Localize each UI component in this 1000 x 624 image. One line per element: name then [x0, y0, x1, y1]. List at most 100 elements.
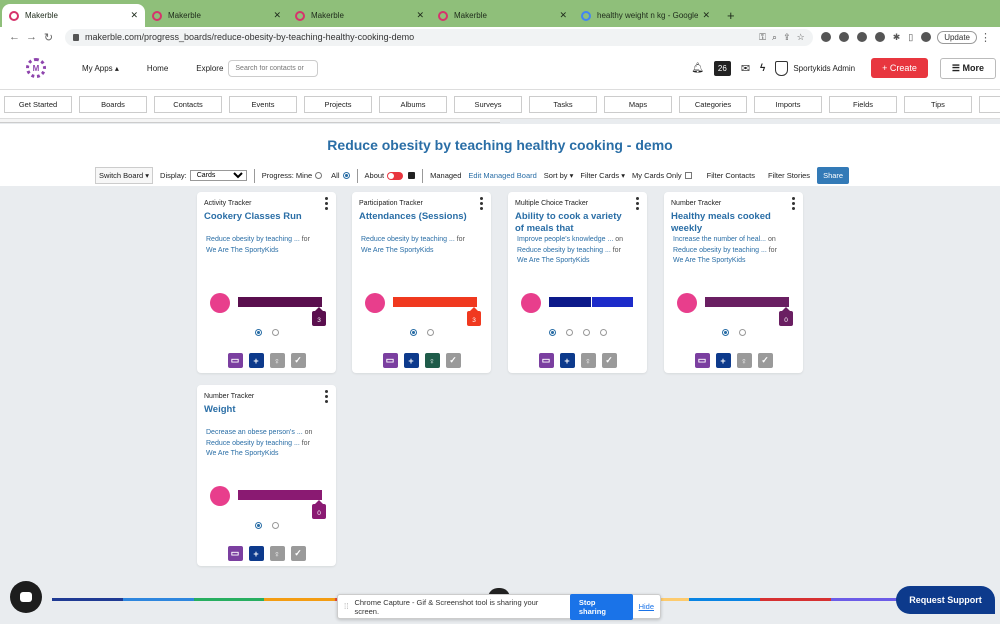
- checkbox-icon[interactable]: ✓: [445, 353, 461, 368]
- kebab-icon[interactable]: [792, 197, 795, 210]
- tracker-card[interactable]: Number Tracker Weight Decrease an obese …: [197, 385, 336, 566]
- browser-tab[interactable]: healthy weight n kg - Google S ✕: [574, 4, 717, 27]
- card-link[interactable]: We Are The SportyKids: [673, 257, 746, 264]
- reload-icon[interactable]: ↻: [40, 31, 57, 44]
- mail-icon[interactable]: ✉: [741, 62, 750, 75]
- stop-sharing-button[interactable]: Stop sharing: [569, 593, 633, 620]
- close-icon[interactable]: ✕: [559, 10, 567, 21]
- kebab-icon[interactable]: [325, 197, 328, 210]
- close-icon[interactable]: ✕: [702, 10, 710, 21]
- makerble-logo[interactable]: M: [26, 58, 46, 78]
- card-link[interactable]: Improve people's knowledge ...: [517, 236, 613, 243]
- page-dot[interactable]: [738, 329, 746, 336]
- plus-icon[interactable]: +: [248, 353, 264, 368]
- page-dot[interactable]: [565, 329, 573, 336]
- page-dot[interactable]: [721, 329, 729, 336]
- search-input[interactable]: [228, 59, 319, 77]
- chat-icon[interactable]: ▭: [227, 353, 243, 368]
- extension-icon[interactable]: [838, 32, 849, 42]
- hide-link[interactable]: Hide: [639, 602, 654, 611]
- my-cards-only-checkbox[interactable]: [684, 172, 692, 179]
- chat-icon[interactable]: ▭: [538, 353, 554, 368]
- more-button[interactable]: ☰ More: [939, 57, 996, 79]
- chat-icon[interactable]: ▭: [382, 353, 398, 368]
- sidebar-icon[interactable]: ▯: [908, 32, 913, 43]
- checkbox-icon[interactable]: ✓: [601, 353, 617, 368]
- subnav-more-truncated[interactable]: S: [979, 95, 1000, 113]
- subnav-get-started[interactable]: Get Started: [4, 95, 72, 113]
- new-tab-icon[interactable]: +: [727, 8, 735, 23]
- kebab-icon[interactable]: [325, 390, 328, 403]
- horizontal-scrollbar[interactable]: [0, 119, 500, 123]
- card-link[interactable]: We Are The SportyKids: [206, 450, 279, 457]
- page-dot[interactable]: [254, 329, 262, 336]
- subnav-boards[interactable]: Boards: [79, 95, 147, 113]
- subnav-contacts[interactable]: Contacts: [154, 95, 222, 113]
- chat-icon[interactable]: ▭: [694, 353, 710, 368]
- close-icon[interactable]: ✕: [130, 10, 138, 21]
- forward-icon[interactable]: →: [23, 31, 40, 43]
- progress-mine-radio[interactable]: [315, 172, 323, 179]
- card-link[interactable]: Reduce obesity by teaching ...: [517, 247, 611, 254]
- update-button[interactable]: Update: [937, 30, 977, 44]
- subnav-categories[interactable]: Categories: [679, 95, 747, 113]
- request-support-button[interactable]: Request Support: [896, 586, 995, 614]
- card-title[interactable]: Weight: [204, 404, 319, 416]
- page-dot[interactable]: [548, 329, 556, 336]
- tracker-card[interactable]: Activity Tracker Cookery Classes Run Red…: [197, 192, 336, 373]
- explore-link[interactable]: Explore: [196, 64, 223, 73]
- card-link[interactable]: Reduce obesity by teaching ...: [206, 236, 300, 243]
- tracker-card[interactable]: Multiple Choice Tracker Ability to cook …: [508, 192, 647, 373]
- bolt-icon[interactable]: ϟ: [760, 63, 765, 74]
- share-button[interactable]: Share: [817, 167, 850, 184]
- subnav-surveys[interactable]: Surveys: [454, 95, 522, 113]
- lightbulb-icon[interactable]: ♀: [736, 353, 752, 368]
- tracker-card[interactable]: Number Tracker Healthy meals cooked week…: [664, 192, 803, 373]
- subnav-projects[interactable]: Projects: [304, 95, 372, 113]
- switch-board-button[interactable]: Switch Board ▾: [95, 167, 154, 184]
- create-button[interactable]: + Create: [871, 58, 928, 78]
- my-apps-menu[interactable]: My Apps ▴: [82, 64, 119, 73]
- plus-icon[interactable]: +: [559, 353, 575, 368]
- chat-icon[interactable]: ▭: [227, 546, 243, 561]
- share-icon[interactable]: ⇪: [783, 32, 791, 43]
- card-link[interactable]: We Are The SportyKids: [517, 257, 590, 264]
- avatar[interactable]: [521, 293, 541, 313]
- subnav-fields[interactable]: Fields: [829, 95, 897, 113]
- subnav-imports[interactable]: Imports: [754, 95, 822, 113]
- subnav-tips[interactable]: Tips: [904, 95, 972, 113]
- progress-all-radio[interactable]: [342, 172, 350, 179]
- browser-tab[interactable]: Makerble ✕: [2, 4, 145, 27]
- browser-tab[interactable]: Makerble ✕: [288, 4, 431, 27]
- avatar[interactable]: [210, 486, 230, 506]
- checkbox-icon[interactable]: ✓: [757, 353, 773, 368]
- address-bar[interactable]: makerble.com/progress_boards/reduce-obes…: [65, 28, 813, 46]
- card-title[interactable]: Ability to cook a variety of meals that: [515, 211, 630, 235]
- sort-by-dropdown[interactable]: Sort by ▾: [544, 171, 574, 180]
- lightbulb-icon[interactable]: ♀: [269, 353, 285, 368]
- subnav-events[interactable]: Events: [229, 95, 297, 113]
- card-link[interactable]: Decrease an obese person's ...: [206, 429, 303, 436]
- extension-icon[interactable]: [820, 32, 831, 42]
- card-title[interactable]: Attendances (Sessions): [359, 211, 474, 223]
- page-dot[interactable]: [599, 329, 607, 336]
- checkbox-icon[interactable]: ✓: [290, 546, 306, 561]
- display-select[interactable]: Cards: [189, 170, 247, 181]
- page-dot[interactable]: [409, 329, 417, 336]
- kebab-icon[interactable]: [636, 197, 639, 210]
- filter-stories-button[interactable]: Filter Stories: [768, 171, 810, 180]
- page-dot[interactable]: [254, 522, 262, 529]
- bell-icon[interactable]: 🔔︎: [691, 63, 704, 74]
- chat-widget-button[interactable]: [10, 581, 42, 613]
- kebab-icon[interactable]: [480, 197, 483, 210]
- menu-kebab-icon[interactable]: ⋮: [977, 31, 994, 44]
- puzzle-icon[interactable]: ✱: [893, 32, 901, 43]
- card-link[interactable]: Reduce obesity by teaching ...: [361, 236, 455, 243]
- avatar[interactable]: [365, 293, 385, 313]
- card-link[interactable]: We Are The SportyKids: [361, 247, 434, 254]
- page-dot[interactable]: [271, 329, 279, 336]
- key-icon[interactable]: ⚿: [759, 32, 766, 43]
- avatar[interactable]: [677, 293, 697, 313]
- subnav-albums[interactable]: Albums: [379, 95, 447, 113]
- card-title[interactable]: Healthy meals cooked weekly: [671, 211, 786, 235]
